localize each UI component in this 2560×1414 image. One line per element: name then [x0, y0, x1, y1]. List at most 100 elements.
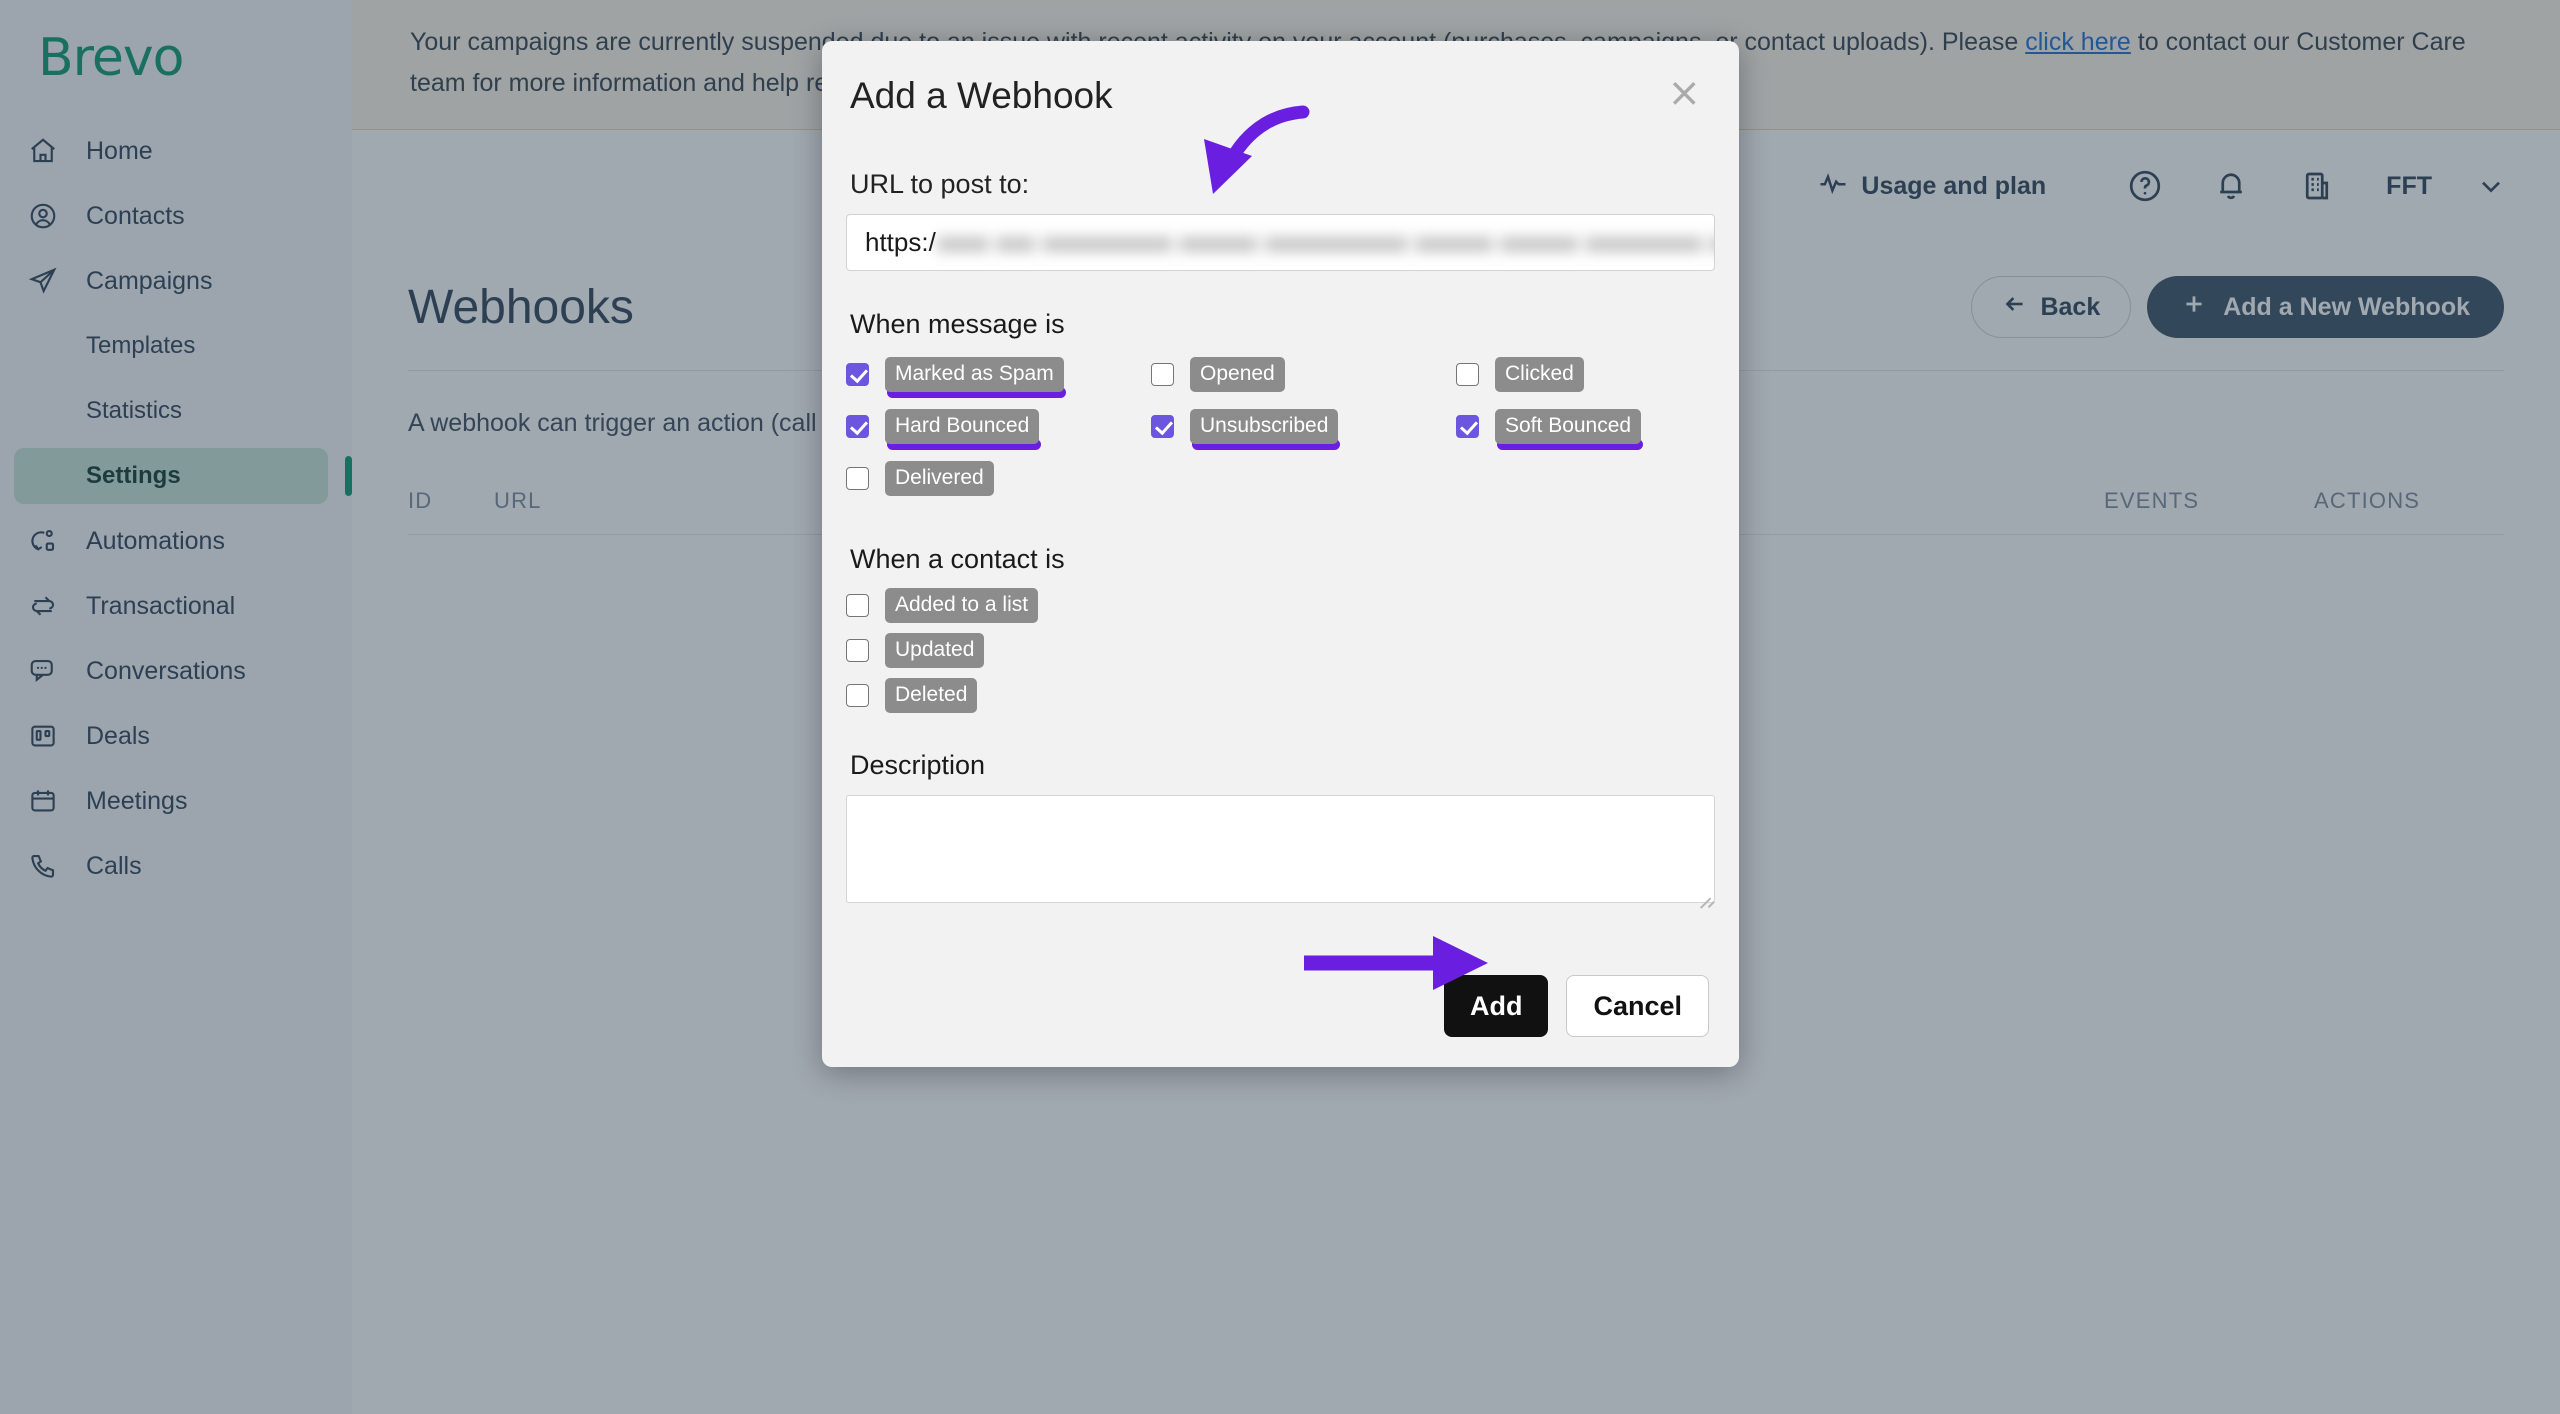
column-header-events: EVENTS [2104, 488, 2200, 513]
checkbox-marked-as-spam[interactable] [846, 362, 869, 386]
checkbox-delivered[interactable] [846, 466, 869, 490]
meetings-icon [28, 785, 72, 817]
checkbox-row-clicked[interactable]: Clicked [1456, 348, 1715, 400]
back-label: Back [2040, 292, 2101, 321]
usage-and-plan-button[interactable]: Usage and plan [1818, 168, 2046, 205]
sidebar-item-label: Settings [86, 462, 181, 489]
banner-click-here-link[interactable]: click here [2025, 28, 2131, 56]
grid-spacer [1151, 452, 1456, 504]
page-title: Webhooks [408, 280, 634, 334]
sidebar-item-label: Deals [86, 721, 150, 750]
checkbox-row-added-to-a-list[interactable]: Added to a list [846, 583, 1715, 628]
chevron-down-icon[interactable] [2470, 165, 2512, 207]
label-opened: Opened [1190, 356, 1285, 392]
cancel-button[interactable]: Cancel [1566, 975, 1709, 1037]
tag-wrap: Deleted [885, 678, 978, 713]
calls-icon [28, 850, 72, 882]
transactional-icon [28, 590, 72, 622]
sidebar-item-settings[interactable]: Settings [14, 448, 352, 504]
tag-wrap: Hard Bounced [885, 408, 1042, 450]
help-circle-icon[interactable] [2124, 165, 2166, 207]
sidebar-item-conversations[interactable]: Conversations [14, 643, 328, 699]
account-name[interactable]: FFT [2386, 172, 2432, 201]
sidebar-item-label: Calls [86, 851, 142, 880]
contact-events-list: Added to a list Updated Deleted [846, 583, 1715, 718]
automations-icon [28, 525, 72, 557]
column-header-id: ID [408, 488, 433, 513]
checkbox-added-to-a-list[interactable] [846, 594, 869, 617]
checkbox-row-deleted[interactable]: Deleted [846, 673, 1715, 718]
close-icon[interactable]: × [1657, 73, 1711, 113]
label-delivered: Delivered [885, 460, 994, 496]
sidebar-item-home[interactable]: Home [14, 123, 328, 179]
pulse-icon [1818, 168, 1848, 205]
url-prefix-text: https:/ [865, 227, 936, 257]
url-input[interactable]: https:/xxxx xxx xxxxxxxxxx xxxxxx xxxxxx… [846, 214, 1715, 271]
checkbox-row-unsubscribed[interactable]: Unsubscribed [1151, 400, 1456, 452]
sidebar-item-label: Statistics [86, 397, 183, 424]
sidebar-item-campaigns[interactable]: Campaigns [14, 253, 328, 309]
sidebar-item-contacts[interactable]: Contacts [14, 188, 328, 244]
sidebar-item-label: Conversations [86, 656, 246, 685]
sidebar-item-label: Automations [86, 526, 225, 555]
tag-wrap: Unsubscribed [1190, 408, 1341, 450]
checkbox-row-hard-bounced[interactable]: Hard Bounced [846, 400, 1151, 452]
sidebar-item-label: Meetings [86, 786, 188, 815]
screen: Brevo Home Contacts Campaigns Templates … [0, 0, 2560, 1414]
checkbox-updated[interactable] [846, 639, 869, 662]
building-icon[interactable] [2296, 165, 2338, 207]
checkbox-opened[interactable] [1151, 362, 1174, 386]
checkbox-deleted[interactable] [846, 684, 869, 707]
add-new-webhook-button[interactable]: Add a New Webhook [2147, 276, 2504, 338]
page-actions: Back Add a New Webhook [1971, 276, 2504, 338]
add-webhook-dialog: Add a Webhook × URL to post to: https:/x… [822, 41, 1739, 1067]
sidebar-item-label: Campaigns [86, 266, 213, 295]
sidebar-item-label: Contacts [86, 201, 185, 230]
tag-wrap: Soft Bounced [1495, 408, 1644, 450]
column-header-actions: ACTIONS [2314, 488, 2421, 513]
checkbox-row-marked-as-spam[interactable]: Marked as Spam [846, 348, 1151, 400]
sidebar-item-automations[interactable]: Automations [14, 513, 328, 569]
sidebar-item-templates[interactable]: Templates [14, 318, 328, 374]
checkbox-row-opened[interactable]: Opened [1151, 348, 1456, 400]
checkbox-unsubscribed[interactable] [1151, 414, 1174, 438]
brand-logo[interactable]: Brevo [0, 8, 352, 114]
usage-label: Usage and plan [1861, 171, 2047, 200]
label-added-to-a-list: Added to a list [885, 588, 1039, 623]
sidebar: Brevo Home Contacts Campaigns Templates … [0, 0, 352, 1414]
tag-wrap: Added to a list [885, 588, 1039, 623]
checkbox-hard-bounced[interactable] [846, 414, 869, 438]
checkbox-soft-bounced[interactable] [1456, 414, 1479, 438]
checkbox-row-soft-bounced[interactable]: Soft Bounced [1456, 400, 1715, 452]
add-new-webhook-label: Add a New Webhook [2223, 292, 2470, 321]
description-textarea[interactable] [846, 795, 1715, 909]
back-button[interactable]: Back [1971, 276, 2132, 338]
bell-icon[interactable] [2210, 165, 2252, 207]
checkbox-row-delivered[interactable]: Delivered [846, 452, 1151, 504]
tag-wrap: Clicked [1495, 356, 1584, 392]
dialog-footer: Add Cancel [846, 975, 1715, 1037]
sidebar-item-meetings[interactable]: Meetings [14, 773, 328, 829]
tag-wrap: Updated [885, 633, 985, 668]
sidebar-item-deals[interactable]: Deals [14, 708, 328, 764]
resize-grip-icon[interactable] [1697, 885, 1715, 909]
label-soft-bounced: Soft Bounced [1495, 408, 1642, 444]
message-events-grid: Marked as Spam Opened Clicked Hard Bounc… [846, 348, 1715, 504]
sidebar-item-transactional[interactable]: Transactional [14, 578, 328, 634]
url-field-label: URL to post to: [850, 169, 1030, 199]
message-events-section-title: When message is [850, 309, 1065, 339]
checkbox-row-updated[interactable]: Updated [846, 628, 1715, 673]
sidebar-item-calls[interactable]: Calls [14, 838, 328, 894]
add-button[interactable]: Add [1443, 975, 1549, 1037]
checkbox-clicked[interactable] [1456, 362, 1479, 386]
sidebar-item-label: Home [86, 136, 153, 165]
label-updated: Updated [885, 633, 985, 668]
sidebar-item-label: Templates [86, 332, 196, 359]
tag-wrap: Opened [1190, 356, 1285, 392]
sidebar-item-statistics[interactable]: Statistics [14, 383, 328, 439]
deals-icon [28, 720, 72, 752]
grid-spacer [1456, 452, 1715, 504]
active-indicator [345, 456, 352, 496]
campaigns-icon [28, 265, 72, 297]
home-icon [28, 135, 72, 167]
